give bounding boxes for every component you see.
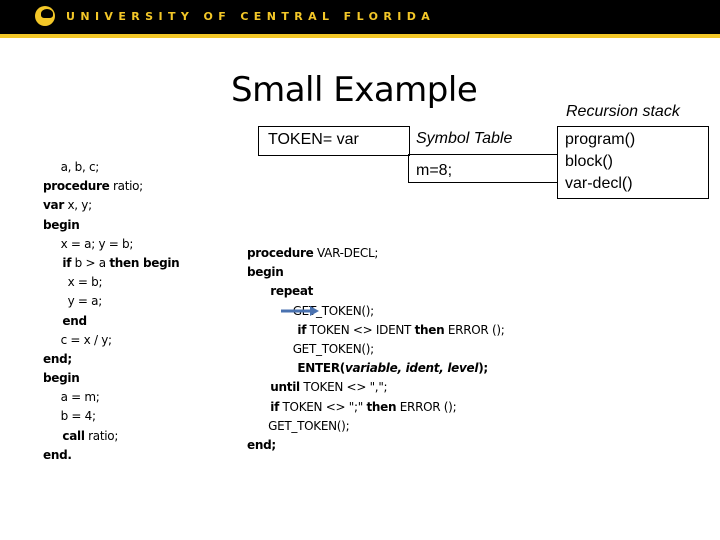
code-keyword: if (247, 322, 307, 337)
code-line: end; (247, 436, 504, 455)
code-line: end. (43, 446, 179, 465)
code-keyword: repeat (247, 284, 314, 299)
token-value: TOKEN= var (268, 131, 359, 148)
recursion-stack-title: Recursion stack (566, 103, 680, 120)
code-keyword: end; (247, 437, 276, 452)
code-keyword: procedure (247, 246, 314, 260)
stack-item: block() (565, 153, 614, 170)
symbol-table-title: Symbol Table (416, 130, 513, 147)
code-text: TOKEN <> IDENT (306, 322, 415, 337)
symbol-table-border-left (408, 154, 409, 183)
code-line: b = 4; (43, 407, 179, 426)
code-keyword: if (43, 255, 72, 270)
token-box: TOKEN= var (258, 126, 410, 156)
stack-item: var-decl() (565, 175, 633, 192)
code-line: begin (247, 263, 504, 282)
code-line: y = a; (43, 292, 179, 311)
code-text: a = m; (43, 390, 100, 405)
code-keyword: ); (478, 361, 488, 376)
code-keyword: until (247, 380, 300, 395)
code-text: ERROR (); (444, 322, 505, 337)
procedure-code-block: procedure VAR-DECL; begin repeat GET_TOKE… (247, 244, 505, 455)
code-line: end (43, 312, 179, 331)
university-brand: UNIVERSITY OF CENTRAL FLORIDA (66, 10, 436, 23)
code-line: repeat (247, 282, 504, 301)
code-text: b > a (71, 255, 110, 270)
code-line: x = a; y = b; (43, 235, 179, 254)
stack-item: program() (565, 131, 636, 148)
code-text: GET_TOKEN(); (247, 418, 350, 433)
code-text: TOKEN <> ","; (299, 380, 388, 395)
code-text: b = 4; (43, 409, 97, 424)
program-code-block: a, b, c; procedure ratio; var x, y; begin x… (43, 158, 180, 465)
code-line: a = m; (43, 388, 179, 407)
code-line: begin (43, 369, 179, 388)
code-line: ENTER(variable, ident, level); (247, 359, 504, 378)
code-text: x = a; y = b; (43, 236, 134, 251)
code-text: y = a; (43, 294, 103, 309)
recursion-stack-box: program() block() var-decl() (557, 126, 709, 199)
code-keyword: ENTER( (247, 361, 345, 376)
gold-stripe (0, 34, 720, 38)
code-text: GET_TOKEN(); (247, 341, 375, 356)
code-keyword: end; (43, 351, 72, 366)
code-keyword: variable, ident, level (344, 361, 479, 376)
code-line: GET_TOKEN(); (247, 417, 504, 436)
code-text: a, b, c; (43, 160, 100, 174)
code-text: VAR-DECL; (313, 246, 379, 260)
code-line: call ratio; (43, 427, 179, 446)
code-line: c = x / y; (43, 331, 179, 350)
code-line: x = b; (43, 273, 179, 292)
code-line: a, b, c; (43, 158, 179, 177)
code-keyword: begin (43, 371, 80, 386)
code-line: GET_TOKEN(); (247, 340, 504, 359)
code-keyword: if (247, 399, 280, 414)
code-keyword: then (414, 322, 445, 337)
code-text: x = b; (43, 275, 103, 290)
code-line: begin (43, 216, 179, 235)
code-text: ratio; (109, 179, 143, 194)
code-keyword: then begin (109, 255, 180, 270)
university-header: UNIVERSITY OF CENTRAL FLORIDA (0, 0, 720, 34)
code-text: ERROR (); (396, 399, 457, 414)
code-keyword: then (366, 399, 397, 414)
code-line: until TOKEN <> ","; (247, 378, 504, 397)
code-line: var x, y; (43, 196, 179, 215)
code-keyword: begin (247, 265, 284, 280)
code-keyword: procedure (43, 179, 110, 194)
symbol-table-entry: m=8; (416, 162, 453, 179)
code-keyword: end (43, 313, 87, 328)
code-text: c = x / y; (43, 332, 113, 347)
code-line: end; (43, 350, 179, 369)
right-arrow-icon (281, 306, 319, 316)
code-text: ratio; (84, 428, 119, 443)
code-line: if TOKEN <> IDENT then ERROR (); (247, 321, 504, 340)
code-keyword: end. (43, 447, 72, 462)
symbol-table-divider (408, 154, 558, 155)
code-line: procedure VAR-DECL; (247, 244, 504, 263)
code-line: if b > a then begin (43, 254, 179, 273)
code-keyword: begin (43, 217, 80, 232)
code-text: TOKEN <> ";" (279, 399, 367, 414)
pegasus-logo-icon (35, 6, 55, 26)
code-line: procedure ratio; (43, 177, 179, 196)
code-keyword: call (43, 428, 85, 443)
code-line: if TOKEN <> ";" then ERROR (); (247, 398, 504, 417)
code-keyword: var (43, 198, 64, 213)
code-text: x, y; (63, 198, 92, 213)
slide-title: Small Example (231, 70, 478, 110)
symbol-table-border-bottom (408, 182, 558, 183)
